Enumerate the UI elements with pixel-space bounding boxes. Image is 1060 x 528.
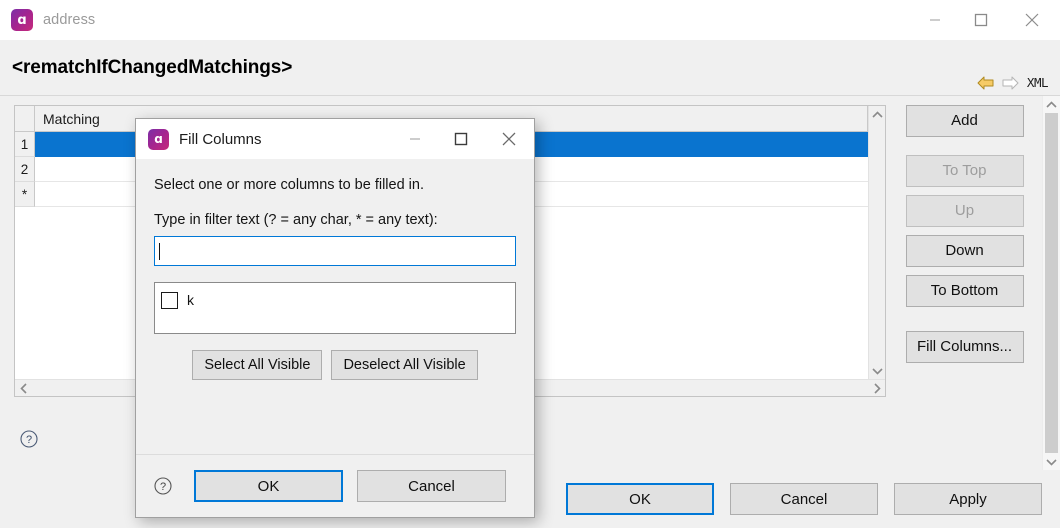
scroll-right-icon[interactable] bbox=[868, 382, 885, 394]
page-scroll-down-icon[interactable] bbox=[1043, 453, 1060, 470]
add-button[interactable]: Add bbox=[905, 105, 1024, 137]
apply-button[interactable]: Apply bbox=[894, 483, 1042, 515]
close-icon[interactable] bbox=[1004, 0, 1060, 40]
column-checkbox[interactable] bbox=[161, 291, 178, 309]
cancel-button[interactable]: Cancel bbox=[730, 483, 878, 515]
scroll-track[interactable] bbox=[869, 123, 885, 362]
app-alpha-icon: ɑ bbox=[148, 128, 169, 150]
window-controls bbox=[912, 0, 1060, 40]
maximize-icon[interactable] bbox=[958, 0, 1004, 40]
filter-input-wrapper[interactable] bbox=[154, 236, 516, 266]
page-vertical-scrollbar[interactable] bbox=[1042, 96, 1060, 470]
scroll-left-icon[interactable] bbox=[15, 382, 32, 394]
row-header[interactable]: 1 bbox=[15, 132, 35, 157]
page-title: <rematchIfChangedMatchings> bbox=[12, 56, 293, 78]
page-scroll-thumb[interactable] bbox=[1045, 113, 1058, 453]
forward-arrow-icon[interactable] bbox=[1002, 76, 1019, 90]
table-corner-cell bbox=[15, 106, 35, 131]
minimize-icon[interactable] bbox=[912, 0, 958, 40]
window-titlebar: ɑ address bbox=[0, 0, 1060, 40]
fill-columns-dialog: ɑ Fill Columns Select one or more column… bbox=[135, 118, 535, 518]
maximize-icon[interactable] bbox=[438, 119, 484, 159]
fill-columns-button[interactable]: Fill Columns... bbox=[905, 331, 1024, 363]
window-title: address bbox=[43, 12, 96, 28]
help-circle-icon[interactable]: ? bbox=[20, 430, 38, 448]
section-header: <rematchIfChangedMatchings> XML bbox=[0, 40, 1060, 96]
dialog-footer: ? OK Cancel bbox=[136, 454, 534, 517]
svg-text:?: ? bbox=[160, 481, 166, 493]
list-item-label: k bbox=[187, 292, 194, 308]
page-scroll-up-icon[interactable] bbox=[1043, 96, 1060, 113]
select-all-visible-button[interactable]: Select All Visible bbox=[192, 350, 323, 380]
filter-input[interactable] bbox=[159, 243, 515, 259]
deselect-all-visible-button[interactable]: Deselect All Visible bbox=[331, 350, 478, 380]
row-header[interactable]: * bbox=[15, 182, 35, 207]
row-header[interactable]: 2 bbox=[15, 157, 35, 182]
dialog-cancel-button[interactable]: Cancel bbox=[357, 470, 506, 502]
scroll-down-icon[interactable] bbox=[869, 362, 885, 379]
help-circle-icon[interactable]: ? bbox=[154, 477, 172, 495]
header-tools: XML bbox=[977, 75, 1049, 90]
dialog-window-controls bbox=[392, 119, 534, 159]
dialog-titlebar: ɑ Fill Columns bbox=[136, 119, 534, 159]
filter-prompt-label: Type in filter text (? = any char, * = a… bbox=[154, 212, 438, 228]
scroll-up-icon[interactable] bbox=[869, 106, 885, 123]
minimize-icon[interactable] bbox=[392, 119, 438, 159]
svg-text:?: ? bbox=[26, 434, 32, 446]
select-buttons-row: Select All Visible Deselect All Visible bbox=[154, 350, 516, 380]
side-button-column: Add To Top Up Down To Bottom Fill Column… bbox=[887, 96, 1042, 470]
down-button[interactable]: Down bbox=[905, 235, 1024, 267]
to-bottom-button[interactable]: To Bottom bbox=[905, 275, 1024, 307]
list-item[interactable]: k bbox=[161, 289, 509, 311]
table-vertical-scrollbar[interactable] bbox=[868, 106, 885, 379]
xml-toggle-label[interactable]: XML bbox=[1027, 75, 1049, 90]
back-arrow-icon[interactable] bbox=[977, 76, 994, 90]
ok-button[interactable]: OK bbox=[566, 483, 714, 515]
dialog-instruction: Select one or more columns to be filled … bbox=[154, 177, 424, 193]
app-alpha-icon: ɑ bbox=[11, 9, 33, 31]
dialog-ok-button[interactable]: OK bbox=[194, 470, 343, 502]
to-top-button[interactable]: To Top bbox=[905, 155, 1024, 187]
dialog-title: Fill Columns bbox=[179, 130, 262, 148]
columns-list[interactable]: k bbox=[154, 282, 516, 334]
up-button[interactable]: Up bbox=[905, 195, 1024, 227]
close-icon[interactable] bbox=[484, 119, 534, 159]
dialog-body: Select one or more columns to be filled … bbox=[136, 159, 534, 454]
